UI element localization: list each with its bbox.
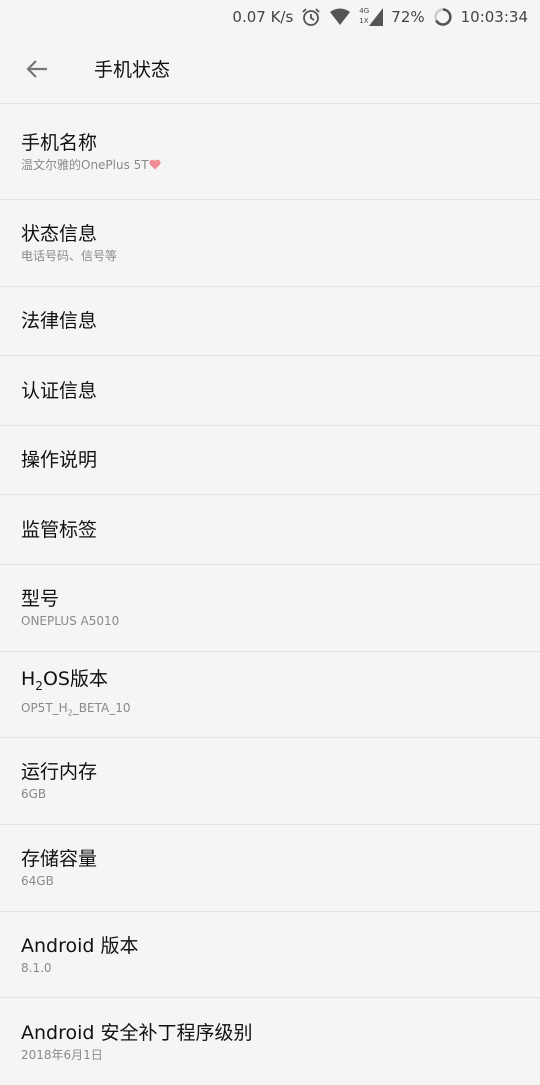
heart-icon bbox=[149, 159, 161, 169]
list-item-model[interactable]: 型号 ONEPLUS A5010 bbox=[0, 565, 540, 652]
item-label: Android 安全补丁程序级别 bbox=[21, 1021, 253, 1044]
network-speed: 0.07 K/s bbox=[232, 8, 294, 26]
settings-list: 手机名称 温文尔雅的OnePlus 5T 状态信息 电话号码、信号等 法律信息 … bbox=[0, 104, 540, 1085]
item-label: 手机名称 bbox=[21, 131, 98, 154]
subtitle-part: OP5T_H bbox=[21, 701, 68, 716]
list-item-legal-info[interactable]: 法律信息 bbox=[0, 287, 540, 356]
item-label: 操作说明 bbox=[21, 449, 98, 471]
list-item-storage[interactable]: 存储容量 64GB bbox=[0, 825, 540, 912]
battery-icon bbox=[433, 7, 453, 27]
wifi-icon bbox=[329, 8, 351, 26]
list-item-certification-info[interactable]: 认证信息 bbox=[0, 356, 540, 426]
item-subtitle: 64GB bbox=[21, 874, 54, 888]
item-label: 法律信息 bbox=[21, 310, 98, 332]
list-item-ram[interactable]: 运行内存 6GB bbox=[0, 738, 540, 825]
item-label: 存储容量 bbox=[21, 848, 98, 870]
list-item-status-info[interactable]: 状态信息 电话号码、信号等 bbox=[0, 200, 540, 287]
clock: 10:03:34 bbox=[460, 8, 528, 26]
alarm-icon bbox=[301, 7, 321, 27]
item-label: Android 版本 bbox=[21, 934, 139, 957]
item-subtitle: OP5T_H2_BETA_10 bbox=[21, 700, 519, 721]
item-label: 监管标签 bbox=[21, 518, 98, 541]
label-part: OS版本 bbox=[42, 668, 108, 691]
item-subtitle-text: 温文尔雅的OnePlus 5T bbox=[21, 157, 149, 172]
item-subtitle: 6GB bbox=[21, 787, 47, 801]
item-subtitle: 2018年6月1日 bbox=[21, 1047, 103, 1062]
item-subtitle: 8.1.0 bbox=[21, 960, 52, 975]
list-item-regulatory-labels[interactable]: 监管标签 bbox=[0, 495, 540, 565]
item-label: 认证信息 bbox=[21, 379, 98, 402]
list-item-android-version[interactable]: Android 版本 8.1.0 bbox=[0, 912, 540, 998]
list-item-h2os-version[interactable]: H2OS版本 OP5T_H2_BETA_10 bbox=[0, 652, 540, 738]
subtitle-part: _BETA_10 bbox=[72, 701, 131, 716]
list-item-device-name[interactable]: 手机名称 温文尔雅的OnePlus 5T bbox=[0, 104, 540, 200]
back-button[interactable] bbox=[0, 34, 74, 104]
arrow-left-icon bbox=[26, 59, 47, 78]
list-item-security-patch[interactable]: Android 安全补丁程序级别 2018年6月1日 bbox=[0, 998, 540, 1085]
label-part: H bbox=[21, 668, 36, 691]
signal-icon: 4G 1X bbox=[359, 7, 384, 27]
network-4g-label: 4G bbox=[359, 7, 370, 15]
status-bar: 0.07 K/s 4G 1X 72% 10:03:34 bbox=[0, 0, 540, 34]
label-subscript: 2 bbox=[35, 679, 43, 694]
item-label: 状态信息 bbox=[21, 223, 98, 245]
item-subtitle: 电话号码、信号等 bbox=[21, 249, 118, 263]
network-1x-label: 1X bbox=[359, 17, 369, 25]
item-label: 型号 bbox=[21, 588, 60, 610]
app-bar: 手机状态 bbox=[0, 34, 540, 104]
item-subtitle: 温文尔雅的OnePlus 5T bbox=[21, 157, 519, 173]
list-item-instructions[interactable]: 操作说明 bbox=[0, 426, 540, 495]
page-title: 手机状态 bbox=[94, 59, 171, 81]
battery-percent: 72% bbox=[391, 8, 425, 26]
item-label: 运行内存 bbox=[21, 761, 98, 783]
item-subtitle: ONEPLUS A5010 bbox=[21, 614, 120, 628]
item-label: H2OS版本 bbox=[21, 667, 519, 698]
